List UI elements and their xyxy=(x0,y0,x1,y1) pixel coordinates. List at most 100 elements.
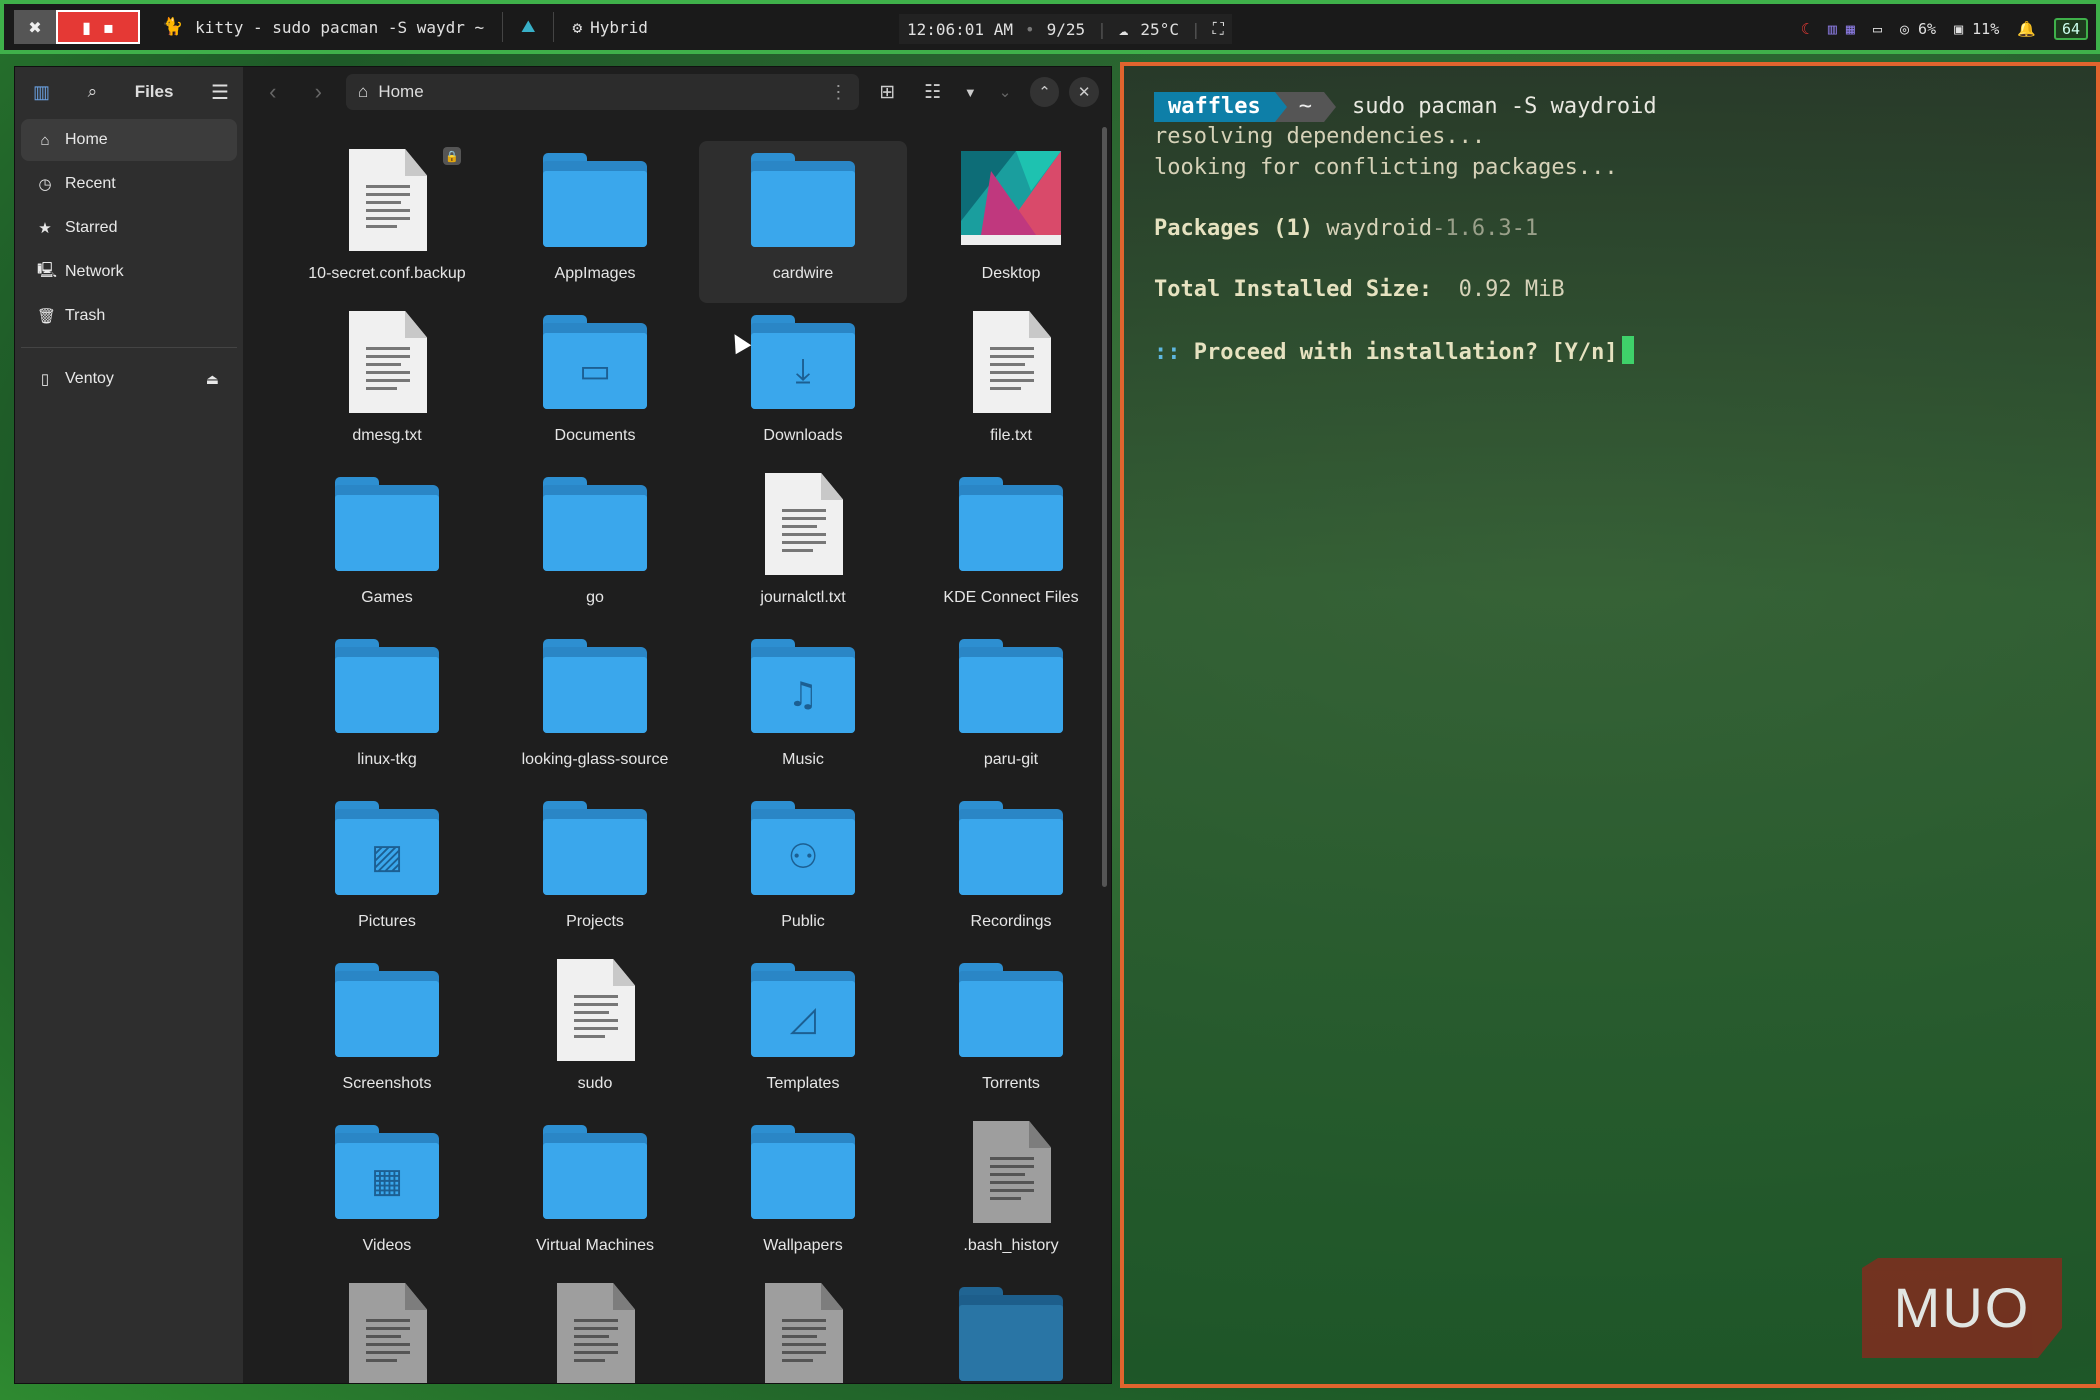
file-item-recordings[interactable]: Recordings xyxy=(907,789,1111,951)
cpu-widget[interactable]: ◎ 6% xyxy=(1900,20,1936,38)
file-item-virtual-machines[interactable]: Virtual Machines xyxy=(491,1113,699,1275)
arch-logo-icon[interactable]: ⛰ xyxy=(521,17,535,37)
memory-widget[interactable]: ▣ 11% xyxy=(1954,20,1999,38)
file-name: dmesg.txt xyxy=(352,427,422,444)
location-menu-icon[interactable]: ⋮ xyxy=(829,82,847,103)
file-item-pictures[interactable]: ▨ Pictures xyxy=(283,789,491,951)
text-file-icon xyxy=(349,1283,427,1383)
scrollbar[interactable] xyxy=(1102,127,1107,887)
file-item-looking-glass-source[interactable]: looking-glass-source xyxy=(491,627,699,789)
battery-indicator[interactable]: 64 xyxy=(2053,18,2088,40)
file-icon-box: ⤓ xyxy=(751,311,855,415)
file-item-linux-tkg[interactable]: linux-tkg xyxy=(283,627,491,789)
file-name: Virtual Machines xyxy=(536,1237,654,1254)
usb-icon: ▯ xyxy=(40,371,50,388)
file-item-item-29[interactable] xyxy=(491,1275,699,1383)
file-icon-box xyxy=(543,149,647,253)
new-folder-button[interactable]: ⊞ xyxy=(869,74,905,110)
clipboard-icon[interactable]: ▭ xyxy=(1873,20,1882,38)
maximize-button[interactable]: ⌃ xyxy=(1029,77,1060,107)
file-icon-box xyxy=(959,1283,1063,1383)
eject-icon[interactable]: ⏏ xyxy=(206,371,219,388)
night-light-icon[interactable]: ☾ xyxy=(1801,20,1810,38)
sidebar-item-network[interactable]: 🖳 Network xyxy=(21,251,237,293)
workspace-2-active[interactable]: ▮ ▪ xyxy=(56,10,140,44)
clock-widget[interactable]: 12:06:01 AM • 9/25 | ☁ 25°C | ⛶ xyxy=(899,14,1232,44)
file-item-paru-git[interactable]: paru-git xyxy=(907,627,1111,789)
file-item-10-secret-conf-backup[interactable]: 🔒 10-secret.conf.backup xyxy=(283,141,491,303)
file-icon-box xyxy=(751,1283,855,1383)
location-bar[interactable]: ⌂ Home ⋮ xyxy=(346,74,860,110)
sidebar-item-trash[interactable]: 🗑 Trash xyxy=(21,295,237,337)
file-item-item-28[interactable] xyxy=(283,1275,491,1383)
file-item-file-txt[interactable]: file.txt xyxy=(907,303,1111,465)
clock-icon: ◷ xyxy=(38,176,52,193)
minimize-button[interactable]: ⌄ xyxy=(990,77,1020,107)
file-item-sudo[interactable]: sudo xyxy=(491,951,699,1113)
top-bar: ✖ ▮ ▪ 🐈 kitty - sudo pacman -S waydr ~ ⛰ … xyxy=(0,0,2100,54)
file-item-torrents[interactable]: Torrents xyxy=(907,951,1111,1113)
folder-icon xyxy=(543,477,647,573)
file-name: Projects xyxy=(566,913,624,930)
file-item-appimages[interactable]: AppImages xyxy=(491,141,699,303)
workspace-1[interactable]: ✖ xyxy=(14,10,56,44)
sidebar-toggle-icon[interactable]: ▥ xyxy=(33,82,50,103)
command-text: sudo pacman -S waydroid xyxy=(1351,93,1657,119)
close-button[interactable]: ✕ xyxy=(1069,77,1099,107)
file-item-item-30[interactable] xyxy=(699,1275,907,1383)
file-icon-box xyxy=(751,473,855,577)
sidebar-item-recent[interactable]: ◷ Recent xyxy=(21,163,237,205)
terminal-window[interactable]: waffles ~ sudo pacman -S waydroid resolv… xyxy=(1120,62,2100,1388)
file-name: Music xyxy=(782,751,824,768)
sidebar-item-starred[interactable]: ★ Starred xyxy=(21,207,237,249)
file-item-screenshots[interactable]: Screenshots xyxy=(283,951,491,1113)
search-icon[interactable]: ⌕ xyxy=(88,82,98,102)
file-name: Templates xyxy=(766,1075,840,1092)
music-emblem-icon: ♫ xyxy=(787,675,819,715)
file-item-item-31[interactable] xyxy=(907,1275,1111,1383)
sidebar-device-ventoy[interactable]: ▯ Ventoy ⏏ xyxy=(21,358,237,400)
file-icon-box xyxy=(543,1121,647,1225)
divider: | xyxy=(1097,19,1107,39)
output-line: looking for conflicting packages... xyxy=(1154,154,1618,180)
file-item-public[interactable]: ⚇ Public xyxy=(699,789,907,951)
file-item-go[interactable]: go xyxy=(491,465,699,627)
file-name: Screenshots xyxy=(342,1075,432,1092)
power-mode[interactable]: ⚙ Hybrid xyxy=(572,18,647,37)
folder-icon xyxy=(543,1125,647,1221)
view-list-button[interactable]: ☷ xyxy=(915,74,951,110)
file-item-documents[interactable]: ▭ Documents xyxy=(491,303,699,465)
file-icon-box xyxy=(335,635,439,739)
file-item-templates[interactable]: ◿ Templates xyxy=(699,951,907,1113)
file-name: AppImages xyxy=(554,265,636,282)
file-item-bash-history[interactable]: .bash_history xyxy=(907,1113,1111,1275)
folder-icon: ⚇ xyxy=(751,801,855,897)
package-name: waydroid xyxy=(1326,215,1433,241)
sidebar-item-home[interactable]: ⌂ Home xyxy=(21,119,237,161)
file-item-cardwire[interactable]: cardwire xyxy=(699,141,907,303)
file-item-music[interactable]: ♫ Music xyxy=(699,627,907,789)
file-item-kde-connect-files[interactable]: KDE Connect Files xyxy=(907,465,1111,627)
file-item-dmesg-txt[interactable]: dmesg.txt xyxy=(283,303,491,465)
hamburger-menu-icon[interactable]: ☰ xyxy=(211,80,229,105)
file-item-downloads[interactable]: ⤓ Downloads xyxy=(699,303,907,465)
folder-icon xyxy=(959,1287,1063,1383)
people-emblem-icon: ⚇ xyxy=(787,837,819,877)
tray-apps-icon[interactable]: ▥ ▦ xyxy=(1828,20,1855,38)
sidebar-divider xyxy=(21,347,237,348)
file-item-wallpapers[interactable]: Wallpapers xyxy=(699,1113,907,1275)
file-item-projects[interactable]: Projects xyxy=(491,789,699,951)
notification-bell-icon[interactable]: 🔔 xyxy=(2017,20,2036,38)
folder-icon xyxy=(543,639,647,735)
file-name: Torrents xyxy=(982,1075,1040,1092)
forward-button[interactable]: › xyxy=(301,74,337,110)
confirm-text: Proceed with installation? [Y/n] xyxy=(1193,339,1618,365)
file-item-journalctl-txt[interactable]: journalctl.txt xyxy=(699,465,907,627)
fullscreen-icon[interactable]: ⛶ xyxy=(1213,19,1224,39)
file-item-videos[interactable]: ▦ Videos xyxy=(283,1113,491,1275)
view-options-dropdown[interactable]: ▼ xyxy=(960,74,980,110)
back-button[interactable]: ‹ xyxy=(255,74,291,110)
workspace-switcher[interactable]: ✖ ▮ ▪ xyxy=(14,10,140,44)
file-item-desktop[interactable]: Desktop xyxy=(907,141,1111,303)
file-item-games[interactable]: Games xyxy=(283,465,491,627)
